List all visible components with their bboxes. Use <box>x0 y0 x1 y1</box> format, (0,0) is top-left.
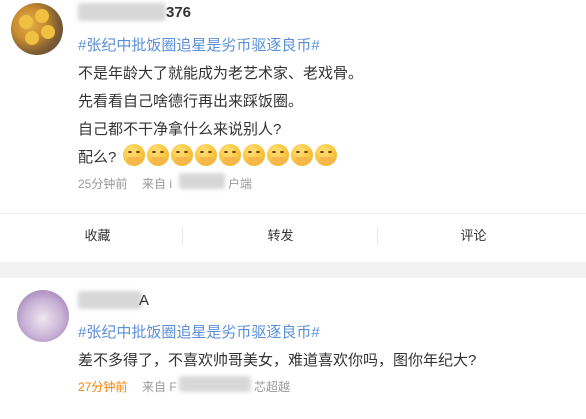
username[interactable]: 376 <box>166 4 191 21</box>
post-time[interactable]: 27分钟前 <box>78 378 127 395</box>
post-action-bar: 收藏 转发 评论 <box>0 213 586 258</box>
blurred-source <box>179 376 251 392</box>
post-text: 差不多得了，不喜欢帅哥美女，难道喜欢你吗，图你年纪大? <box>78 352 477 369</box>
pray-face-emoji-icon <box>147 144 169 166</box>
weibo-post-1: 376 #张纪中批饭圈追星是劣币驱逐良币# 不是年龄大了就能成为老艺术家、老戏骨… <box>0 0 586 262</box>
collect-button[interactable]: 收藏 <box>0 214 195 258</box>
topic-link[interactable]: #张纪中批饭圈追星是劣币驱逐良币# <box>78 34 320 55</box>
repost-button[interactable]: 转发 <box>183 214 378 258</box>
post-time[interactable]: 25分钟前 <box>78 175 127 192</box>
post-text-line-2: 先看看自己啥德行再出来踩饭圈。 <box>78 93 304 110</box>
pray-face-emoji-icon <box>123 144 145 166</box>
emoji-row <box>123 144 337 166</box>
pray-face-emoji-icon <box>267 144 289 166</box>
pray-face-emoji-icon <box>315 144 337 166</box>
post-source-suffix: 芯超越 <box>254 380 291 394</box>
post-source-suffix: 户端 <box>228 177 253 191</box>
pray-face-emoji-icon <box>291 144 313 166</box>
comment-button[interactable]: 评论 <box>376 214 571 258</box>
blurred-username <box>78 3 166 21</box>
pray-face-emoji-icon <box>219 144 241 166</box>
user-avatar[interactable] <box>11 3 63 55</box>
topic-link[interactable]: #张纪中批饭圈追星是劣币驱逐良币# <box>78 321 320 342</box>
user-avatar[interactable] <box>17 290 69 342</box>
post-source-prefix: 来自 F <box>142 380 177 394</box>
username[interactable]: A <box>139 292 149 309</box>
post-source-prefix: 来自 i <box>142 177 173 191</box>
post-text-line-3: 自己都不干净拿什么来说别人? <box>78 121 282 138</box>
blurred-username <box>78 291 142 309</box>
post-text-line-1: 不是年龄大了就能成为老艺术家、老戏骨。 <box>78 65 364 82</box>
pray-face-emoji-icon <box>171 144 193 166</box>
pray-face-emoji-icon <box>195 144 217 166</box>
post-text-line-4: 配么? <box>78 149 117 166</box>
pray-face-emoji-icon <box>243 144 265 166</box>
feed-separator <box>0 262 586 278</box>
blurred-source <box>179 173 225 189</box>
